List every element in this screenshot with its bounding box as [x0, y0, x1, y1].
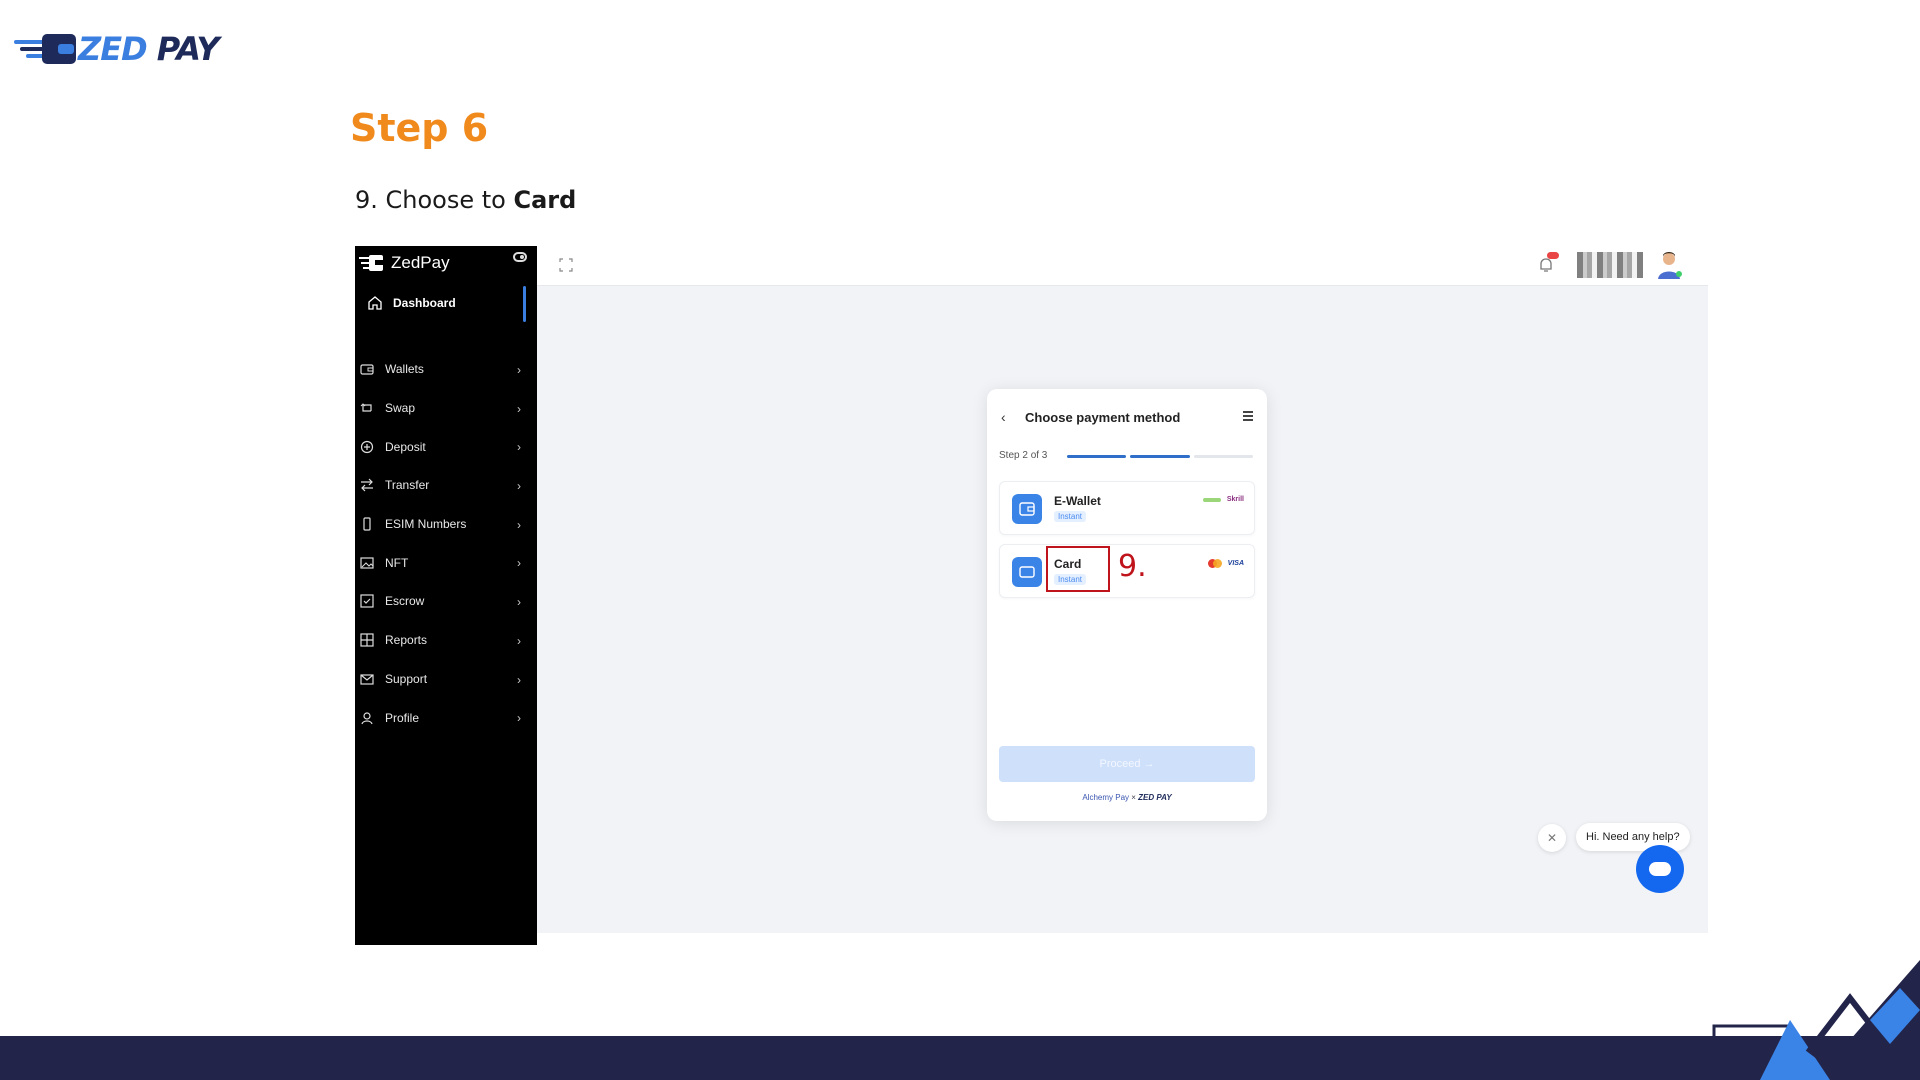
progress-segment	[1130, 455, 1190, 458]
sidebar-item-label: Support	[385, 671, 428, 686]
sidebar-item-swap[interactable]: Swap ›	[355, 389, 537, 428]
sidebar-item-reports[interactable]: Reports ›	[355, 621, 537, 660]
powered-by-footer: Alchemy Pay × ZED PAY	[987, 793, 1267, 802]
option-card[interactable]: Card Instant 9. VISA	[999, 544, 1255, 598]
zedpay-logo: ZED PAY	[14, 28, 224, 68]
provider-logos: Skrill	[1202, 496, 1244, 503]
phone-icon	[359, 516, 375, 532]
sidebar-item-wallets[interactable]: Wallets ›	[355, 350, 537, 389]
step-progress-bar	[1067, 455, 1253, 458]
corner-decoration-icon	[1712, 960, 1920, 1080]
sidebar-item-label: Reports	[385, 633, 428, 648]
chevron-right-icon: ›	[517, 711, 521, 726]
user-icon	[359, 710, 375, 726]
swap-icon	[359, 400, 375, 416]
step-instruction: 9. Choose to Card	[355, 186, 577, 214]
sidebar-item-label: Profile	[385, 710, 420, 725]
mastercard-logo-icon	[1207, 559, 1222, 568]
wallet-icon	[1012, 494, 1042, 524]
username-blurred[interactable]	[1577, 252, 1643, 278]
sidebar-item-nft[interactable]: NFT ›	[355, 543, 537, 582]
chat-icon	[1649, 862, 1671, 876]
notification-badge	[1547, 252, 1559, 259]
zedpay-icon	[359, 255, 383, 271]
menu-icon[interactable]	[1243, 411, 1253, 423]
sidebar-item-support[interactable]: Support ›	[355, 660, 537, 699]
theme-toggle-icon[interactable]	[513, 252, 527, 262]
top-bar	[537, 246, 1708, 286]
payment-method-modal: ‹ Choose payment method Step 2 of 3 E-Wa…	[987, 389, 1267, 821]
option-e-wallet[interactable]: E-Wallet Instant Skrill	[999, 481, 1255, 535]
sidebar-item-profile[interactable]: Profile ›	[355, 698, 537, 737]
sidebar-item-label: Escrow	[385, 594, 425, 609]
sidebar-item-label: Swap	[385, 401, 416, 416]
logo-mark-icon	[14, 34, 76, 64]
chevron-right-icon: ›	[517, 363, 521, 377]
card-icon	[1012, 557, 1042, 587]
sidebar-item-transfer[interactable]: Transfer ›	[355, 466, 537, 505]
avatar[interactable]	[1655, 250, 1683, 280]
instant-badge: Instant	[1054, 511, 1087, 522]
image-icon	[359, 555, 375, 571]
chevron-right-icon: ›	[517, 401, 521, 416]
sidebar-item-label: ESIM Numbers	[385, 517, 467, 532]
sidebar-brand: ZedPay	[359, 250, 533, 276]
fullscreen-icon[interactable]	[559, 258, 573, 272]
chevron-right-icon: ›	[517, 595, 521, 610]
app-screenshot: ZedPay Dashboard Wallets › Swap › Deposi…	[355, 246, 1708, 945]
progress-segment	[1193, 455, 1253, 458]
footer-band	[0, 1036, 1920, 1080]
logo-text: ZED PAY	[78, 30, 220, 68]
option-name: E-Wallet	[1054, 494, 1101, 508]
sidebar-item-label: Deposit	[385, 439, 426, 454]
chevron-right-icon: ›	[517, 440, 521, 455]
sidebar: ZedPay Dashboard Wallets › Swap › Deposi…	[355, 246, 537, 945]
step-indicator: Step 2 of 3	[999, 450, 1048, 461]
chevron-right-icon: ›	[517, 517, 521, 532]
sidebar-item-dashboard[interactable]: Dashboard	[367, 286, 527, 320]
powered-by-separator: ×	[1131, 793, 1136, 802]
chat-prompt-bubble[interactable]: Hi. Need any help?	[1576, 823, 1690, 851]
app-footer	[537, 933, 1708, 945]
transfer-icon	[359, 477, 375, 493]
neteller-logo-icon	[1202, 497, 1221, 502]
active-indicator	[523, 286, 526, 322]
mail-icon	[359, 671, 375, 687]
sidebar-item-label: Dashboard	[393, 296, 456, 310]
chat-launcher-button[interactable]	[1636, 845, 1684, 893]
annotation-number: 9.	[1118, 549, 1147, 584]
progress-segment	[1067, 455, 1127, 458]
home-icon	[368, 296, 382, 310]
provider-logos: VISA	[1207, 559, 1244, 568]
annotation-highlight-box	[1046, 546, 1110, 592]
sidebar-item-label: NFT	[385, 555, 409, 570]
step-title: Step 6	[350, 106, 489, 150]
sidebar-item-escrow[interactable]: Escrow ›	[355, 582, 537, 621]
skrill-logo: Skrill	[1226, 496, 1244, 503]
chevron-right-icon: ›	[517, 633, 521, 648]
sidebar-item-esim-numbers[interactable]: ESIM Numbers ›	[355, 505, 537, 544]
sidebar-menu: Wallets › Swap › Deposit › Transfer › ES…	[355, 350, 537, 737]
modal-title: Choose payment method	[1025, 410, 1181, 425]
sidebar-item-deposit[interactable]: Deposit ›	[355, 427, 537, 466]
grid-icon	[359, 632, 375, 648]
chat-close-button[interactable]: ✕	[1538, 824, 1566, 852]
visa-logo: VISA	[1227, 560, 1244, 567]
sidebar-item-label: Transfer	[385, 478, 430, 493]
check-square-icon	[359, 593, 375, 609]
zedpay-small-logo: ZED PAY	[1138, 793, 1172, 802]
back-arrow-icon[interactable]: ‹	[1001, 409, 1006, 425]
alchemy-pay-logo: Alchemy Pay	[1082, 793, 1130, 802]
chevron-right-icon: ›	[517, 479, 521, 494]
proceed-button[interactable]: Proceed →	[999, 746, 1255, 782]
sidebar-item-label: Wallets	[385, 362, 424, 377]
plus-circle-icon	[359, 439, 375, 455]
wallet-icon	[359, 361, 375, 377]
chevron-right-icon: ›	[517, 556, 521, 571]
chevron-right-icon: ›	[517, 672, 521, 687]
sidebar-brand-name: ZedPay	[391, 253, 450, 272]
